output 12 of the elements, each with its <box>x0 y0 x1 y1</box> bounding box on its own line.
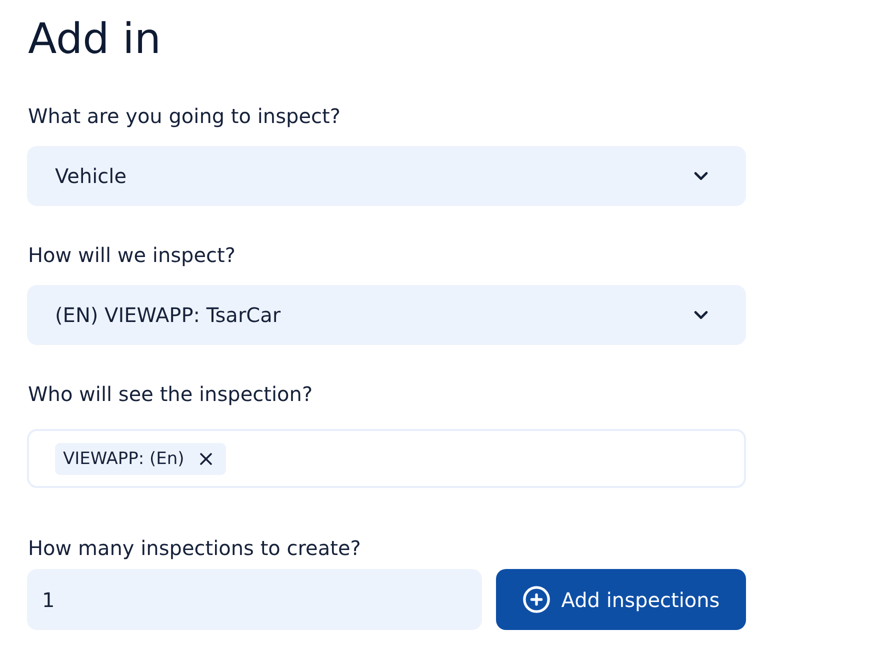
page-title: Add in <box>28 13 161 65</box>
field-label: What are you going to inspect? <box>28 103 340 129</box>
dropdown-select[interactable]: Vehicle <box>27 146 746 206</box>
dropdown-select[interactable]: (EN) VIEWAPP: TsarCar <box>27 285 746 345</box>
field-label: Who will see the inspection? <box>28 381 313 407</box>
field-label: How will we inspect? <box>28 242 236 268</box>
plus-circle-icon <box>522 585 552 614</box>
tag-label: VIEWAPP: (En) <box>63 448 184 468</box>
field-label: How many inspections to create? <box>28 535 361 561</box>
tag-input-field[interactable]: VIEWAPP: (En) <box>27 429 746 488</box>
add-inspections-button[interactable]: Add inspections <box>496 569 746 630</box>
number-input-field[interactable]: 1 <box>27 569 482 630</box>
